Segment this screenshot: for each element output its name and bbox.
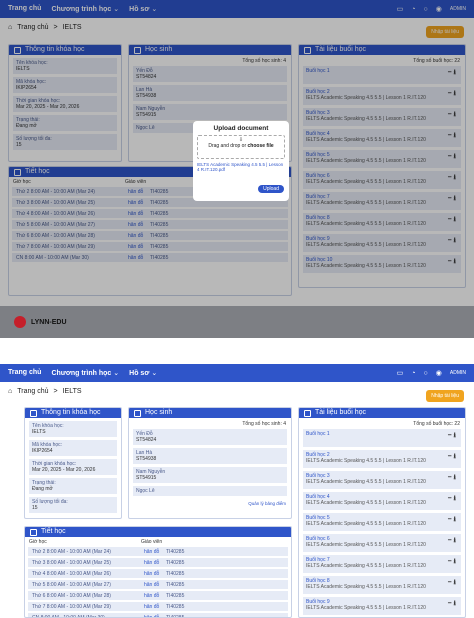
grade-management-link[interactable]: Quản lý bảng điểm xyxy=(129,499,291,508)
download-icon[interactable]: – ⭳ xyxy=(448,579,456,586)
nav-home[interactable]: Trang chủ xyxy=(8,369,41,377)
students-icon xyxy=(134,409,141,417)
doc-session[interactable]: Buổi học 2 IELTS Academic Speaking 4.5 5.… xyxy=(303,450,461,468)
upload-button[interactable]: Upload xyxy=(258,185,284,193)
nav-profile[interactable]: Hồ sơ ⌄ xyxy=(129,369,157,377)
download-icon[interactable]: – ⭳ xyxy=(448,432,456,439)
breadcrumb-current: IELTS xyxy=(62,388,82,395)
session-row[interactable]: Thứ 2 8:00 AM - 10:00 AM (Mar 24) hân đỗ T… xyxy=(28,547,288,556)
course-code-field: Mã khóa học: IKIP2654 xyxy=(29,440,117,456)
doc-session[interactable]: Buổi học 1– ⭳ xyxy=(303,429,461,447)
docs-total: Tổng số buổi học: 22 xyxy=(413,421,460,427)
breadcrumb: ⌂ Trang chủ > IELTS xyxy=(8,388,82,395)
upload-modal: Upload document ⇩ Drag and drop or choos… xyxy=(193,121,289,201)
session-row[interactable]: Thứ 6 8:00 AM - 10:00 AM (Mar 28) hân đỗ T… xyxy=(28,591,288,600)
home-icon[interactable]: ⌂ xyxy=(8,388,12,395)
top-nav: Trang chủ Chương trình học ⌄ Hồ sơ ⌄ ▭ ◔ ○… xyxy=(0,364,474,382)
course-max-field: Số lượng tối đa: 15 xyxy=(29,497,117,513)
course-name-field: Tên khóa học: IELTS xyxy=(29,421,117,437)
doc-session[interactable]: Buổi học 6 IELTS Academic Speaking 4.5 5.… xyxy=(303,534,461,552)
sessions-panel: Tiết học Giờ học Giáo viên Thứ 2 8:00 AM … xyxy=(24,526,292,618)
student-row[interactable]: Ngọc Lê xyxy=(133,486,287,496)
course-icon xyxy=(30,409,37,417)
chat-icon[interactable]: ○ xyxy=(424,370,428,377)
download-icon[interactable]: – ⭳ xyxy=(448,558,456,565)
admin-label[interactable]: ADMIN xyxy=(450,370,466,376)
course-status-field: Trạng thái: Đang mở xyxy=(29,478,117,494)
doc-session[interactable]: Buổi học 9 IELTS Academic Speaking 4.5 5.… xyxy=(303,597,461,615)
download-icon[interactable]: – ⭳ xyxy=(448,495,456,502)
docs-panel: Tài liệu buổi học Tổng số buổi học: 22 B… xyxy=(298,407,466,618)
download-icon[interactable]: – ⭳ xyxy=(448,474,456,481)
session-row[interactable]: Thứ 4 8:00 AM - 10:00 AM (Mar 26) hân đỗ T… xyxy=(28,569,288,578)
docs-icon xyxy=(304,409,311,417)
session-row[interactable]: Thứ 7 8:00 AM - 10:00 AM (Mar 29) hân đỗ T… xyxy=(28,602,288,611)
course-info-panel: Thông tin khóa học Tên khóa học: IELTS Mã… xyxy=(24,407,122,519)
download-icon[interactable]: – ⭳ xyxy=(448,537,456,544)
bell-icon[interactable]: ◔ xyxy=(411,370,415,377)
download-icon[interactable]: – ⭳ xyxy=(448,453,456,460)
course-time-field: Thời gian khóa học: Mar 20, 2025 - Mar 20… xyxy=(29,459,117,475)
doc-session[interactable]: Buổi học 5 IELTS Academic Speaking 4.5 5.… xyxy=(303,513,461,531)
download-icon[interactable]: – ⭳ xyxy=(448,600,456,607)
doc-session[interactable]: Buổi học 8 IELTS Academic Speaking 4.5 5.… xyxy=(303,576,461,594)
selected-file: IELTS Academic Speaking 4.5 5.5 | Lesson… xyxy=(197,162,284,172)
session-row[interactable]: Thứ 3 8:00 AM - 10:00 AM (Mar 25) hân đỗ T… xyxy=(28,558,288,567)
session-row[interactable]: CN 8:00 AM - 10:00 AM (Mar 30) hân đỗ TI40… xyxy=(28,613,288,617)
brand-logo-icon xyxy=(14,316,26,328)
import-docs-button[interactable]: Nhập tài liệu xyxy=(426,390,464,402)
drop-zone[interactable]: ⇩ Drag and drop or choose file xyxy=(197,135,285,159)
download-icon[interactable]: – ⭳ xyxy=(448,516,456,523)
clock-icon xyxy=(30,528,37,536)
breadcrumb-separator: > xyxy=(53,388,58,395)
nav-programs[interactable]: Chương trình học ⌄ xyxy=(51,369,119,377)
doc-session[interactable]: Buổi học 4 IELTS Academic Speaking 4.5 5.… xyxy=(303,492,461,510)
students-total: Tổng số học sinh: 4 xyxy=(242,421,286,427)
session-row[interactable]: Thứ 5 8:00 AM - 10:00 AM (Mar 27) hân đỗ T… xyxy=(28,580,288,589)
user-icon[interactable]: ◉ xyxy=(436,369,442,377)
doc-session[interactable]: Buổi học 3 IELTS Academic Speaking 4.5 5.… xyxy=(303,471,461,489)
student-row[interactable]: Nam Nguyễn ST54915 xyxy=(133,467,287,483)
doc-session[interactable]: Buổi học 7 IELTS Academic Speaking 4.5 5.… xyxy=(303,555,461,573)
choose-file-link[interactable]: choose file xyxy=(248,143,274,149)
screenshot-plain: Trang chủ Chương trình học ⌄ Hồ sơ ⌄ ▭ ◔ ○… xyxy=(0,364,474,618)
modal-title: Upload document xyxy=(213,125,269,132)
calendar-icon[interactable]: ▭ xyxy=(397,369,404,377)
breadcrumb-home[interactable]: Trang chủ xyxy=(17,388,48,395)
footer: LYNN-EDU xyxy=(0,306,474,338)
student-row[interactable]: Yến Đỗ ST54824 xyxy=(133,429,287,445)
brand-name: LYNN-EDU xyxy=(31,318,67,326)
student-row[interactable]: Lan Hà ST54938 xyxy=(133,448,287,464)
screenshot-with-modal: Trang chủ Chương trình học ⌄ Hồ sơ ⌄ ▭ ◔ ○… xyxy=(0,0,474,338)
students-panel: Học sinh Tổng số học sinh: 4 Yến Đỗ ST548… xyxy=(128,407,292,519)
